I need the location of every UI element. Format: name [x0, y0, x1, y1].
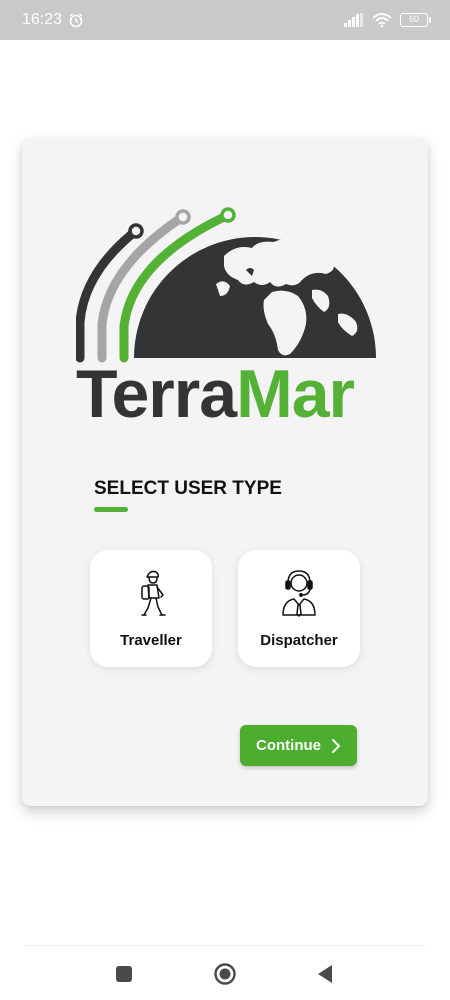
- dispatcher-option[interactable]: Dispatcher: [238, 550, 360, 667]
- home-circle-icon[interactable]: [213, 962, 237, 986]
- terramar-logo-graphic: [76, 207, 376, 363]
- hiker-icon: [141, 570, 166, 616]
- continue-button[interactable]: Continue: [240, 725, 357, 766]
- traveller-label: Traveller: [120, 632, 182, 649]
- signal-icon: [344, 13, 363, 27]
- status-bar: 16:23 60: [0, 0, 450, 40]
- back-triangle-icon[interactable]: [314, 962, 338, 986]
- brand-name-terra: Terra: [76, 356, 237, 432]
- battery-level: 60: [408, 14, 419, 24]
- status-left: 16:23: [22, 11, 84, 29]
- headset-agent-icon: [282, 570, 316, 617]
- system-nav-bar: [0, 946, 450, 1000]
- continue-label: Continue: [256, 737, 321, 754]
- select-user-type-heading: SELECT USER TYPE: [94, 478, 282, 499]
- brand-wordmark: TerraMar: [76, 358, 376, 430]
- brand-name-mar: Mar: [236, 356, 355, 432]
- traveller-option[interactable]: Traveller: [90, 550, 212, 667]
- wifi-icon: [372, 13, 392, 27]
- dispatcher-label: Dispatcher: [260, 632, 338, 649]
- recents-square-icon[interactable]: [112, 962, 136, 986]
- chevron-right-icon: [332, 738, 340, 753]
- status-time: 16:23: [22, 11, 63, 28]
- battery-icon: 60: [400, 13, 431, 27]
- user-type-card: TerraMar SELECT USER TYPE Traveller Disp…: [22, 138, 428, 806]
- status-right: 60: [344, 13, 431, 27]
- heading-underline: [94, 507, 128, 512]
- alarm-icon: [69, 13, 83, 28]
